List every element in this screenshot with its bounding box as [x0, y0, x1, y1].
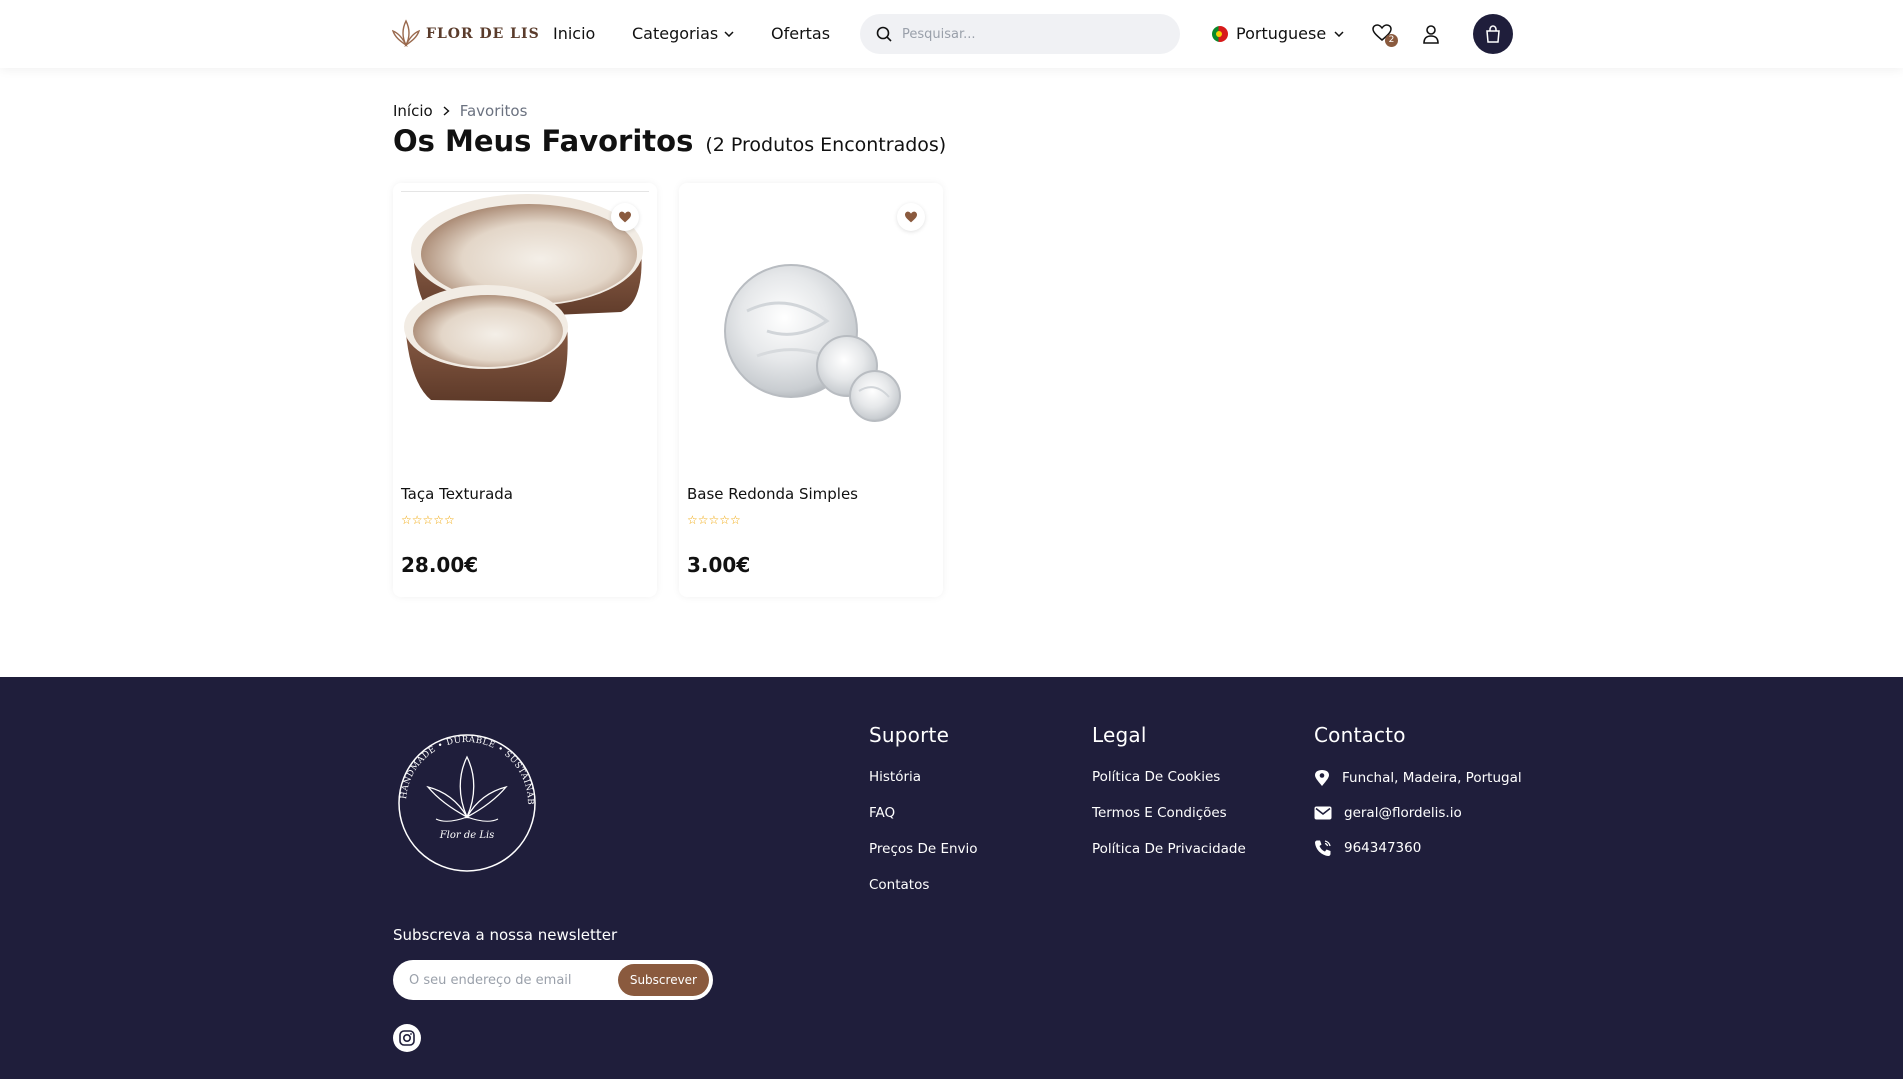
- search-input[interactable]: [902, 26, 1162, 42]
- footer-link-history[interactable]: História: [869, 769, 978, 785]
- textured-bowls-image: [404, 194, 643, 402]
- product-name[interactable]: Base Redonda Simples: [687, 485, 858, 503]
- cart-button[interactable]: [1473, 14, 1513, 54]
- chevron-down-icon: [724, 30, 734, 37]
- footer-logo-script: Flor de Lis: [439, 830, 495, 841]
- product-price: 28.00€: [401, 553, 479, 577]
- nav-home[interactable]: Inicio: [553, 24, 595, 43]
- brand-name: FLOR DE LIS: [426, 26, 540, 42]
- flor-de-lis-badge-logo: Flor de Lis HANDMADE • DURABLE • SUSTAIN…: [388, 718, 536, 872]
- chevron-right-icon: [443, 106, 450, 116]
- footer-link-faq[interactable]: FAQ: [869, 805, 978, 821]
- product-image: [687, 191, 935, 466]
- footer-logo: Flor de Lis HANDMADE • DURABLE • SUSTAIN…: [388, 718, 542, 879]
- footer-contact-column: Contacto Funchal, Madeira, Portugal gera…: [1314, 723, 1522, 875]
- subscribe-button[interactable]: Subscrever: [617, 964, 709, 996]
- product-name[interactable]: Taça Texturada: [401, 485, 513, 503]
- language-label: Portuguese: [1236, 24, 1327, 43]
- language-selector[interactable]: Portuguese: [1212, 24, 1344, 43]
- chevron-down-icon: [1334, 30, 1344, 37]
- round-bases-image: [724, 264, 901, 422]
- product-card[interactable]: Base Redonda Simples ☆☆☆☆☆ 3.00€: [679, 183, 943, 597]
- brand-logo[interactable]: FLOR DE LIS: [392, 19, 540, 49]
- breadcrumb-home[interactable]: Início: [393, 102, 433, 120]
- shopping-bag-icon: [1486, 25, 1500, 43]
- contact-address-text: Funchal, Madeira, Portugal: [1342, 770, 1522, 786]
- instagram-link[interactable]: [393, 1024, 421, 1052]
- footer-link-shipping-prices[interactable]: Preços De Envio: [869, 841, 978, 857]
- location-pin-icon: [1315, 770, 1329, 786]
- newsletter-email-input[interactable]: [409, 972, 619, 988]
- nav-offers[interactable]: Ofertas: [771, 24, 830, 43]
- footer-legal-heading: Legal: [1092, 723, 1147, 747]
- breadcrumb: Início Favoritos: [393, 102, 527, 120]
- product-count: (2 Produtos Encontrados): [705, 134, 947, 156]
- page-title: Os Meus Favoritos (2 Produtos Encontrado…: [393, 124, 946, 158]
- remove-favorite-button[interactable]: [897, 203, 925, 231]
- search-icon: [876, 26, 892, 42]
- product-price: 3.00€: [687, 553, 751, 577]
- footer-link-contacts[interactable]: Contatos: [869, 877, 978, 893]
- footer-contact-heading: Contacto: [1314, 723, 1406, 747]
- wishlist-count-badge: 2: [1385, 34, 1398, 47]
- footer-link-terms[interactable]: Termos E Condições: [1092, 805, 1246, 821]
- portugal-flag-icon: [1212, 25, 1228, 42]
- newsletter-label: Subscreva a nossa newsletter: [393, 926, 618, 944]
- contact-phone[interactable]: 964347360: [1314, 839, 1522, 857]
- breadcrumb-current: Favoritos: [459, 102, 528, 120]
- site-header: FLOR DE LIS Inicio Categorias Ofertas Po…: [0, 0, 1903, 68]
- newsletter-form: Subscrever: [393, 960, 713, 1000]
- instagram-icon: [399, 1030, 415, 1046]
- mail-icon: [1314, 806, 1332, 820]
- footer-legal-column: Legal Política De Cookies Termos E Condi…: [1092, 723, 1246, 877]
- lotus-logo-icon: [392, 19, 420, 48]
- wishlist-button[interactable]: 2: [1372, 24, 1398, 47]
- contact-phone-text: 964347360: [1344, 840, 1422, 856]
- phone-icon: [1315, 840, 1331, 856]
- product-image: [401, 191, 649, 466]
- site-footer: Flor de Lis HANDMADE • DURABLE • SUSTAIN…: [0, 677, 1903, 1079]
- product-rating: ☆☆☆☆☆: [687, 513, 741, 527]
- footer-link-privacy[interactable]: Política De Privacidade: [1092, 841, 1246, 857]
- contact-email[interactable]: geral@flordelis.io: [1314, 805, 1522, 821]
- contact-email-text: geral@flordelis.io: [1344, 805, 1462, 821]
- footer-link-cookies[interactable]: Política De Cookies: [1092, 769, 1246, 785]
- contact-address: Funchal, Madeira, Portugal: [1314, 769, 1522, 787]
- footer-support-column: Suporte História FAQ Preços De Envio Con…: [869, 723, 978, 913]
- page-heading: Os Meus Favoritos: [393, 124, 694, 158]
- remove-favorite-button[interactable]: [611, 203, 639, 231]
- user-icon: [1423, 25, 1439, 44]
- heart-filled-icon: [619, 211, 631, 223]
- search-bar[interactable]: [860, 14, 1180, 54]
- nav-categories-label: Categorias: [632, 24, 719, 43]
- heart-filled-icon: [905, 211, 917, 223]
- product-card[interactable]: Taça Texturada ☆☆☆☆☆ 28.00€: [393, 183, 657, 597]
- footer-support-heading: Suporte: [869, 723, 950, 747]
- nav-categories[interactable]: Categorias: [632, 24, 734, 43]
- product-rating: ☆☆☆☆☆: [401, 513, 455, 527]
- account-button[interactable]: [1422, 24, 1442, 44]
